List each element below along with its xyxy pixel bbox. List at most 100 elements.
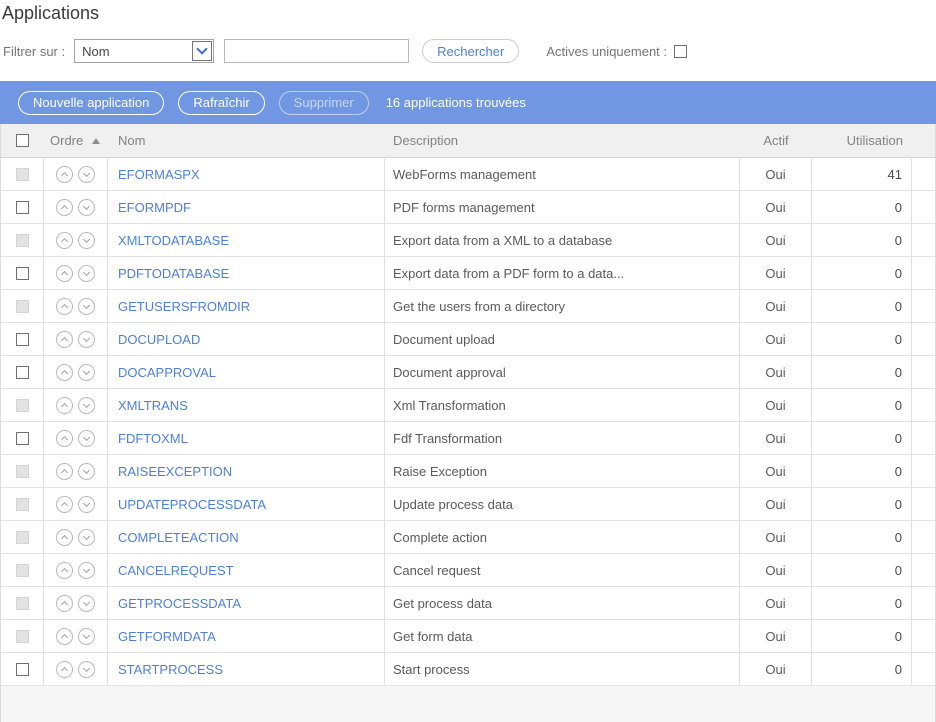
application-name-link[interactable]: FDFTOXML — [118, 431, 188, 446]
move-up-button[interactable] — [56, 166, 73, 183]
move-up-button[interactable] — [56, 298, 73, 315]
table-row: UPDATEPROCESSDATA Update process data Ou… — [1, 488, 935, 521]
move-up-button[interactable] — [56, 265, 73, 282]
row-checkbox — [16, 531, 29, 544]
search-input[interactable] — [224, 39, 409, 63]
chevron-up-icon — [61, 172, 68, 179]
move-up-button[interactable] — [56, 364, 73, 381]
row-checkbox[interactable] — [16, 201, 29, 214]
application-name-link[interactable]: EFORMPDF — [118, 200, 191, 215]
row-checkbox[interactable] — [16, 663, 29, 676]
row-filler-cell — [912, 224, 935, 256]
table-row: EFORMPDF PDF forms management Oui 0 — [1, 191, 935, 224]
application-name-link[interactable]: EFORMASPX — [118, 167, 200, 182]
chevron-down-icon — [83, 301, 90, 308]
application-name-link[interactable]: GETFORMDATA — [118, 629, 216, 644]
application-usage-value: 41 — [812, 158, 912, 190]
filter-field-select[interactable]: Nom — [74, 39, 214, 63]
select-all-checkbox[interactable] — [16, 134, 29, 147]
row-filler-cell — [912, 455, 935, 487]
application-name-link[interactable]: GETUSERSFROMDIR — [118, 299, 250, 314]
active-only-label: Actives uniquement : — [546, 44, 667, 59]
chevron-down-icon — [83, 433, 90, 440]
application-active-value: Oui — [740, 389, 812, 421]
row-checkbox — [16, 597, 29, 610]
chevron-up-icon — [61, 568, 68, 575]
move-down-button[interactable] — [78, 661, 95, 678]
sort-ascending-icon — [92, 138, 100, 144]
move-down-button[interactable] — [78, 166, 95, 183]
chevron-down-icon — [83, 532, 90, 539]
row-checkbox[interactable] — [16, 366, 29, 379]
move-down-button[interactable] — [78, 562, 95, 579]
application-name-link[interactable]: CANCELREQUEST — [118, 563, 234, 578]
application-usage-value: 0 — [812, 191, 912, 223]
move-up-button[interactable] — [56, 430, 73, 447]
move-down-button[interactable] — [78, 529, 95, 546]
move-down-button[interactable] — [78, 595, 95, 612]
move-down-button[interactable] — [78, 265, 95, 282]
move-up-button[interactable] — [56, 331, 73, 348]
row-filler-cell — [912, 488, 935, 520]
move-down-button[interactable] — [78, 430, 95, 447]
move-down-button[interactable] — [78, 331, 95, 348]
application-description: Start process — [385, 653, 740, 685]
application-usage-value: 0 — [812, 290, 912, 322]
application-active-value: Oui — [740, 587, 812, 619]
move-up-button[interactable] — [56, 595, 73, 612]
move-down-button[interactable] — [78, 199, 95, 216]
row-filler-cell — [912, 158, 935, 190]
application-usage-value: 0 — [812, 488, 912, 520]
page-title: Applications — [2, 3, 936, 24]
application-name-link[interactable]: GETPROCESSDATA — [118, 596, 241, 611]
chevron-up-icon — [61, 667, 68, 674]
move-up-button[interactable] — [56, 562, 73, 579]
application-name-link[interactable]: COMPLETEACTION — [118, 530, 239, 545]
application-active-value: Oui — [740, 257, 812, 289]
move-down-button[interactable] — [78, 463, 95, 480]
application-usage-value: 0 — [812, 323, 912, 355]
table-row: GETFORMDATA Get form data Oui 0 — [1, 620, 935, 653]
move-down-button[interactable] — [78, 232, 95, 249]
new-application-button[interactable]: Nouvelle application — [18, 91, 164, 115]
row-checkbox[interactable] — [16, 267, 29, 280]
application-name-link[interactable]: UPDATEPROCESSDATA — [118, 497, 266, 512]
chevron-up-icon — [61, 436, 68, 443]
move-up-button[interactable] — [56, 529, 73, 546]
application-name-link[interactable]: XMLTODATABASE — [118, 233, 229, 248]
move-up-button[interactable] — [56, 463, 73, 480]
search-button[interactable]: Rechercher — [422, 39, 519, 63]
row-checkbox — [16, 234, 29, 247]
row-checkbox[interactable] — [16, 333, 29, 346]
application-name-link[interactable]: RAISEEXCEPTION — [118, 464, 232, 479]
move-up-button[interactable] — [56, 232, 73, 249]
chevron-down-icon — [83, 169, 90, 176]
select-dropdown-icon — [192, 41, 212, 61]
move-up-button[interactable] — [56, 628, 73, 645]
results-count: 16 applications trouvées — [386, 95, 526, 110]
active-only-checkbox[interactable] — [674, 45, 687, 58]
application-name-link[interactable]: PDFTODATABASE — [118, 266, 229, 281]
application-name-link[interactable]: DOCAPPROVAL — [118, 365, 216, 380]
application-usage-value: 0 — [812, 554, 912, 586]
move-up-button[interactable] — [56, 199, 73, 216]
row-checkbox[interactable] — [16, 432, 29, 445]
move-up-button[interactable] — [56, 496, 73, 513]
row-checkbox — [16, 498, 29, 511]
move-down-button[interactable] — [78, 298, 95, 315]
move-up-button[interactable] — [56, 397, 73, 414]
application-name-link[interactable]: DOCUPLOAD — [118, 332, 200, 347]
table-row: FDFTOXML Fdf Transformation Oui 0 — [1, 422, 935, 455]
move-down-button[interactable] — [78, 364, 95, 381]
column-header-ordre[interactable]: Ordre — [44, 133, 108, 148]
move-down-button[interactable] — [78, 628, 95, 645]
application-active-value: Oui — [740, 620, 812, 652]
move-down-button[interactable] — [78, 397, 95, 414]
application-name-link[interactable]: STARTPROCESS — [118, 662, 223, 677]
move-down-button[interactable] — [78, 496, 95, 513]
refresh-button[interactable]: Rafraîchir — [178, 91, 264, 115]
table-row: COMPLETEACTION Complete action Oui 0 — [1, 521, 935, 554]
move-up-button[interactable] — [56, 661, 73, 678]
row-checkbox — [16, 465, 29, 478]
application-name-link[interactable]: XMLTRANS — [118, 398, 188, 413]
